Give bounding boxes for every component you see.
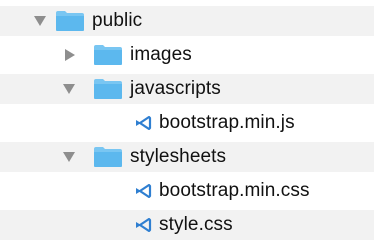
triangle-right-icon[interactable] [64, 49, 76, 61]
vscode-file-icon [134, 115, 152, 131]
tree-row-label: style.css [159, 214, 233, 235]
folder-icon [93, 146, 123, 168]
tree-row-bootstrap-min-js[interactable]: bootstrap.min.js [0, 108, 374, 138]
folder-icon [55, 10, 85, 32]
tree-row-style-css[interactable]: style.css [0, 210, 374, 240]
tree-row-label: images [130, 44, 192, 65]
tree-row-label: bootstrap.min.css [159, 180, 310, 201]
tree-row-label: javascripts [130, 78, 221, 99]
tree-row-public[interactable]: public [0, 6, 374, 36]
tree-row-stylesheets[interactable]: stylesheets [0, 142, 374, 172]
tree-row-label: public [92, 10, 143, 31]
tree-row-label: bootstrap.min.js [159, 112, 295, 133]
vscode-file-icon [134, 217, 152, 233]
tree-row-label: stylesheets [130, 146, 227, 167]
vscode-file-icon [134, 183, 152, 199]
tree-row-images[interactable]: images [0, 40, 374, 70]
folder-icon [93, 44, 123, 66]
folder-icon [93, 78, 123, 100]
triangle-down-icon[interactable] [34, 15, 46, 27]
tree-row-javascripts[interactable]: javascripts [0, 74, 374, 104]
tree-row-bootstrap-min-css[interactable]: bootstrap.min.css [0, 176, 374, 206]
triangle-down-icon[interactable] [63, 151, 75, 163]
file-tree: public images javascripts bootstrap.min.… [0, 0, 374, 243]
triangle-down-icon[interactable] [63, 83, 75, 95]
